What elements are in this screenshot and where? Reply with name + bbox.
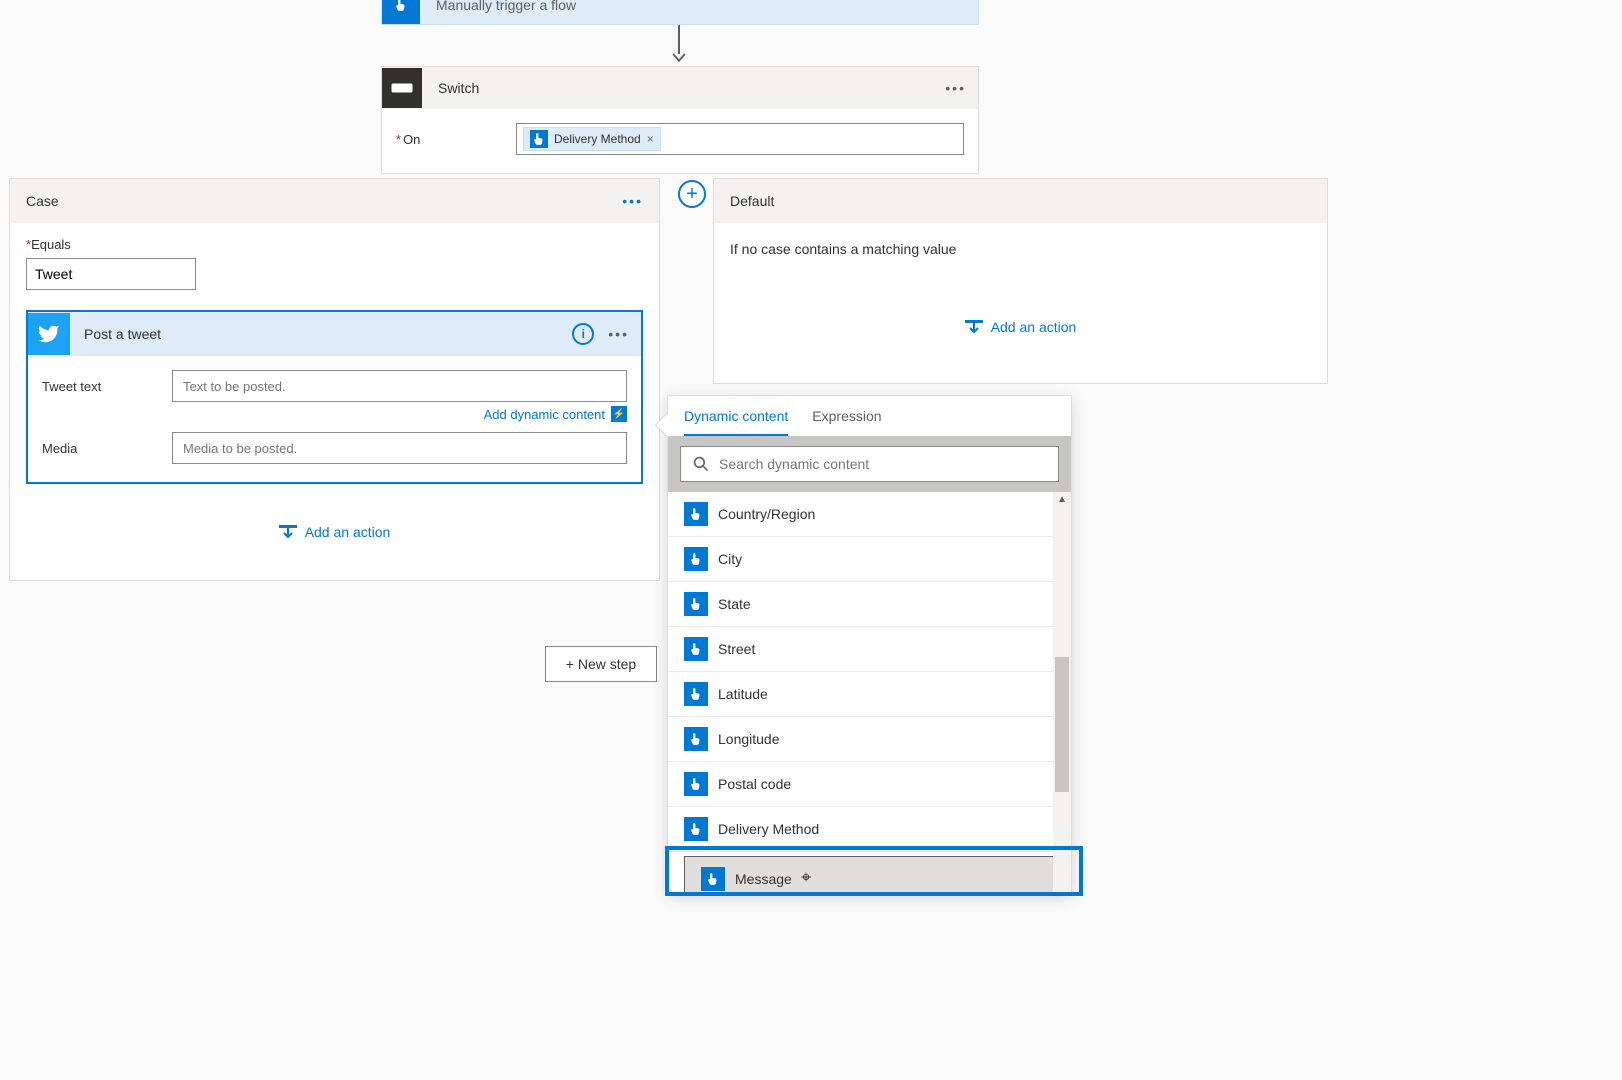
hand-icon — [684, 817, 708, 841]
hand-icon — [530, 130, 548, 148]
default-header[interactable]: Default — [714, 179, 1327, 223]
default-text: If no case contains a matching value — [730, 241, 1311, 257]
media-input[interactable] — [172, 432, 627, 464]
post-tweet-card: Post a tweet i ••• Tweet text Add dynami… — [26, 310, 643, 484]
add-case-button[interactable]: + — [678, 180, 706, 208]
tweet-text-input[interactable] — [172, 370, 627, 402]
hand-icon — [684, 727, 708, 751]
dyn-item-label: City — [718, 551, 742, 567]
new-step-button[interactable]: + New step — [545, 646, 657, 682]
hand-icon — [684, 592, 708, 616]
hand-icon — [684, 637, 708, 661]
default-card: Default If no case contains a matching v… — [713, 178, 1328, 384]
dyn-item-label: Street — [718, 641, 755, 657]
chip-remove[interactable]: × — [647, 132, 654, 146]
dyn-item-postal-code[interactable]: Postal code — [668, 762, 1071, 807]
switch-menu[interactable]: ••• — [945, 80, 966, 96]
info-icon[interactable]: i — [572, 323, 594, 345]
twitter-icon — [28, 313, 70, 355]
trigger-label: Manually trigger a flow — [420, 0, 576, 13]
case-header[interactable]: Case ••• — [10, 179, 659, 223]
dyn-item-label: State — [718, 596, 751, 612]
dynamic-content-icon: ⚡ — [611, 406, 627, 422]
tweet-menu[interactable]: ••• — [608, 326, 629, 342]
tweet-title: Post a tweet — [70, 326, 572, 342]
switch-title: Switch — [422, 80, 945, 96]
dyn-item-longitude[interactable]: Longitude — [668, 717, 1071, 762]
chip-label: Delivery Method — [554, 132, 641, 146]
case-add-action[interactable]: Add an action — [26, 524, 643, 560]
case-menu[interactable]: ••• — [622, 193, 643, 209]
dyn-item-label: Country/Region — [718, 506, 815, 522]
tweet-text-label: Tweet text — [42, 379, 172, 394]
trigger-card[interactable]: Manually trigger a flow — [381, 0, 979, 25]
on-field[interactable]: Delivery Method × — [516, 123, 964, 155]
equals-input[interactable] — [26, 258, 196, 290]
arrow-down — [672, 25, 686, 63]
hand-icon — [684, 772, 708, 796]
dyn-item-label: Postal code — [718, 776, 791, 792]
hand-icon — [684, 547, 708, 571]
dyn-item-label: Delivery Method — [718, 821, 819, 837]
dynamic-content-panel: Dynamic content Expression ▲ Country/Reg… — [667, 395, 1072, 893]
dyn-item-label: Longitude — [718, 731, 780, 747]
dyn-item-city[interactable]: City — [668, 537, 1071, 582]
scroll-up-arrow[interactable]: ▲ — [1057, 494, 1067, 505]
insert-action-icon — [965, 320, 983, 334]
add-dynamic-content-link[interactable]: Add dynamic content ⚡ — [42, 406, 627, 422]
hand-icon — [684, 682, 708, 706]
on-chip: Delivery Method × — [523, 127, 661, 151]
manual-trigger-icon — [382, 0, 420, 24]
scrollbar-thumb[interactable] — [1055, 657, 1069, 792]
tab-dynamic-content[interactable]: Dynamic content — [684, 408, 788, 436]
case-title: Case — [26, 193, 59, 209]
search-icon — [693, 456, 709, 472]
hand-icon — [701, 867, 725, 891]
dynamic-search-input[interactable] — [719, 456, 1046, 472]
dyn-item-label: Message — [735, 871, 792, 887]
on-label: *On — [396, 132, 516, 147]
dynamic-search[interactable] — [680, 446, 1059, 482]
tweet-header[interactable]: Post a tweet i ••• — [28, 312, 641, 356]
dyn-item-message[interactable]: Message — [684, 856, 1055, 892]
insert-action-icon — [279, 525, 297, 539]
equals-label: *Equals — [26, 237, 643, 252]
media-label: Media — [42, 441, 172, 456]
tab-expression[interactable]: Expression — [812, 408, 881, 436]
switch-header[interactable]: Switch ••• — [382, 67, 978, 109]
switch-card: Switch ••• *On Delivery Method × — [381, 66, 979, 174]
dyn-item-state[interactable]: State — [668, 582, 1071, 627]
switch-icon — [382, 68, 422, 108]
default-title: Default — [730, 193, 774, 209]
default-add-action[interactable]: Add an action — [730, 319, 1311, 355]
dyn-item-latitude[interactable]: Latitude — [668, 672, 1071, 717]
dyn-item-delivery-method[interactable]: Delivery Method — [668, 807, 1071, 852]
dyn-item-country-region[interactable]: Country/Region — [668, 492, 1071, 537]
dynamic-content-list: ▲ Country/Region City State Street Latitude L… — [668, 492, 1071, 892]
dyn-item-label: Latitude — [718, 686, 768, 702]
dyn-item-street[interactable]: Street — [668, 627, 1071, 672]
case-card: Case ••• *Equals Post a tweet i ••• Twee… — [9, 178, 660, 581]
flyout-arrow — [656, 413, 668, 437]
hand-icon — [684, 502, 708, 526]
